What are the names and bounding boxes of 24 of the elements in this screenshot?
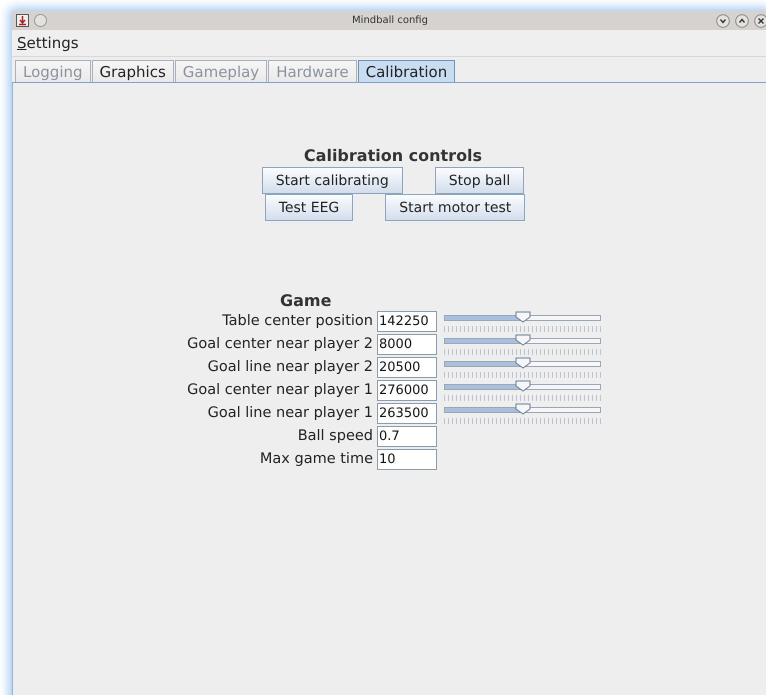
- input-field[interactable]: 142250: [377, 311, 437, 332]
- field-label: Ball speed: [296, 427, 374, 446]
- input-field[interactable]: 0.7: [377, 426, 437, 447]
- section-heading: Game: [280, 291, 332, 310]
- input-field[interactable]: 263500: [377, 403, 437, 424]
- field-label: Table center position: [221, 312, 374, 331]
- window-title: Mindball config: [351, 15, 429, 26]
- field-label: Max game time: [258, 450, 374, 469]
- tab[interactable]: Graphics: [92, 60, 174, 82]
- action-button[interactable]: Test EEG: [264, 194, 354, 221]
- action-button[interactable]: Start calibrating: [262, 167, 403, 194]
- field-label: Goal center near player 2: [186, 335, 374, 354]
- input-field[interactable]: 10: [377, 449, 437, 470]
- section-heading: Calibration controls: [304, 146, 482, 165]
- field-label: Goal line near player 1: [206, 404, 374, 423]
- input-field[interactable]: 8000: [377, 334, 437, 355]
- input-field[interactable]: 276000: [377, 380, 437, 401]
- action-button[interactable]: Stop ball: [434, 167, 524, 194]
- field-label: Goal line near player 2: [206, 358, 374, 377]
- field-label: Goal center near player 1: [186, 381, 374, 400]
- action-button[interactable]: Start motor test: [385, 194, 526, 221]
- settings-menu[interactable]: Settings: [17, 34, 79, 52]
- tab[interactable]: Calibration: [358, 60, 456, 82]
- input-field[interactable]: 20500: [377, 357, 437, 378]
